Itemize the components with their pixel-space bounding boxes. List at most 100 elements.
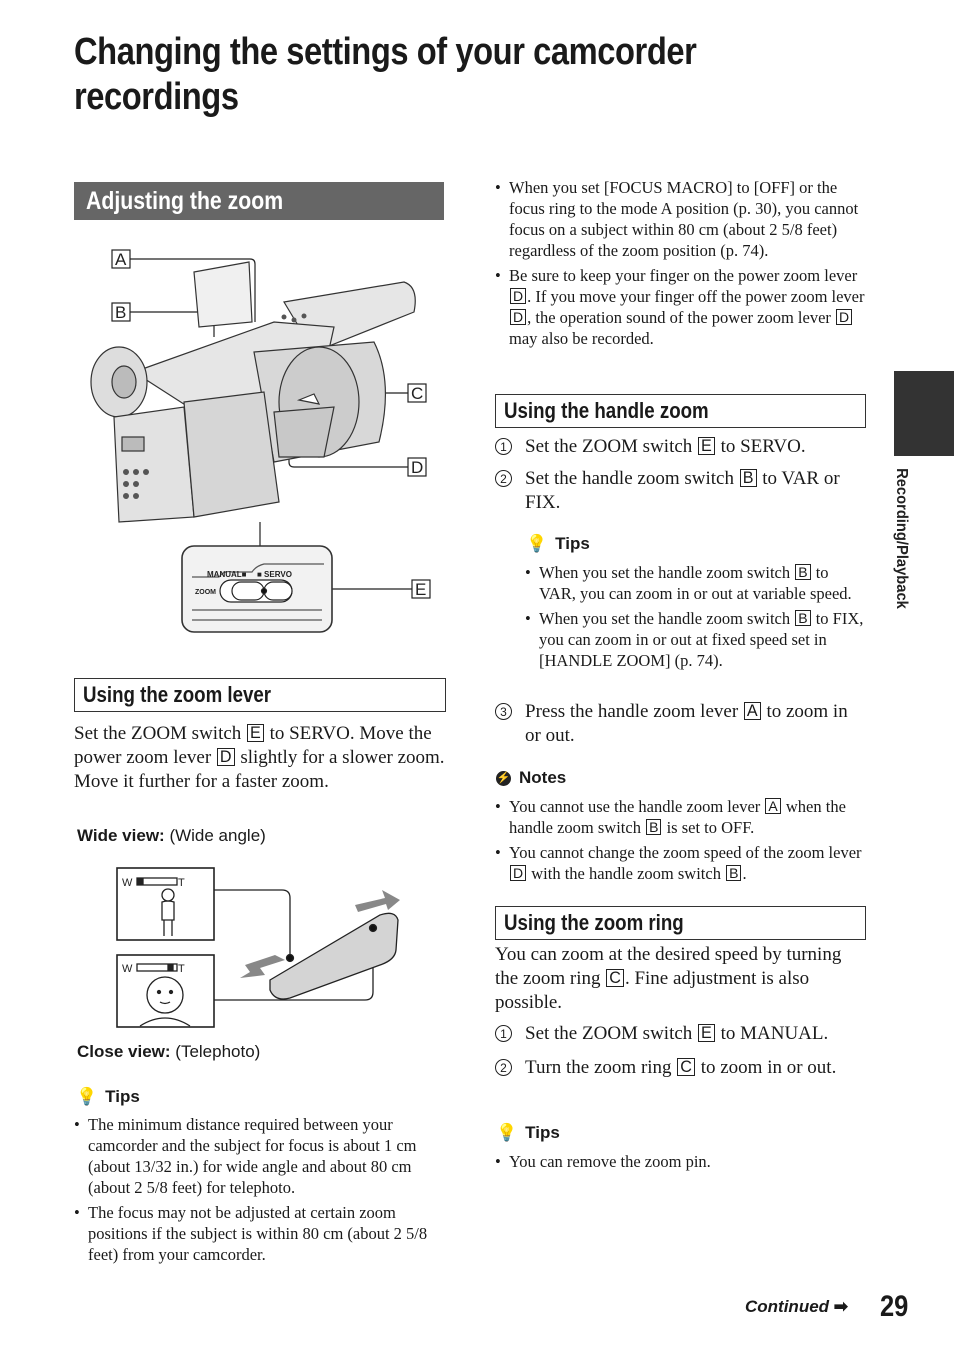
caption-desc: (Telephoto) — [175, 1042, 261, 1061]
tips-list-handle: When you set the handle zoom switch B to… — [525, 562, 865, 675]
step-item: 1 Set the ZOOM switch E to SERVO. — [495, 435, 865, 459]
key-label-b: B — [646, 819, 662, 836]
tip-item: The focus may not be adjusted at certain… — [74, 1202, 446, 1265]
heading-using-zoom-ring: Using the zoom ring — [495, 906, 866, 940]
notes-heading-text: Notes — [519, 768, 567, 787]
note-item: You cannot change the zoom speed of the … — [495, 842, 865, 884]
top-notes-list: When you set [FOCUS MACRO] to [OFF] or t… — [495, 177, 865, 353]
callout-d: D — [407, 457, 427, 477]
section-banner-text: Adjusting the zoom — [86, 187, 284, 215]
text: Press the handle zoom lever — [525, 701, 739, 722]
heading-using-handle-zoom: Using the handle zoom — [495, 394, 866, 428]
key-label-d: D — [216, 748, 235, 767]
step-number: 1 — [495, 1025, 512, 1042]
heading-using-zoom-lever: Using the zoom lever — [74, 678, 446, 712]
caption-label: Wide view: — [77, 826, 165, 845]
notes-icon: ⚡ — [496, 770, 511, 786]
t-label: T — [178, 963, 185, 975]
tip-item: When you set the handle zoom switch B to… — [525, 608, 865, 671]
page-number: 29 — [880, 1290, 909, 1323]
heading-text: Using the zoom lever — [83, 682, 272, 707]
svg-text:E: E — [415, 580, 426, 599]
tips-list-ring: You can remove the zoom pin. — [495, 1151, 865, 1176]
text: When you set the handle zoom switch — [539, 563, 791, 582]
key-label-a: A — [765, 798, 781, 815]
text: to SERVO. — [720, 436, 806, 457]
zoom-ring-steps: 1 Set the ZOOM switch E to MANUAL. 2 Tur… — [495, 1022, 865, 1080]
continued-text: Continued — [745, 1297, 830, 1316]
text: . — [742, 864, 747, 883]
section-side-tab — [894, 371, 954, 456]
step-number: 2 — [495, 1059, 512, 1076]
key-label-b: B — [795, 564, 811, 581]
lightbulb-icon: 💡 — [76, 1087, 98, 1106]
zoom-ring-body: You can zoom at the desired speed by tur… — [495, 943, 865, 1015]
section-banner-adjusting-zoom: Adjusting the zoom — [74, 182, 444, 220]
step-item: 1 Set the ZOOM switch E to MANUAL. — [495, 1022, 865, 1046]
lightbulb-icon: 💡 — [496, 1123, 518, 1142]
side-tab-label: Recording/Playback — [892, 462, 922, 642]
step-number: 1 — [495, 438, 512, 455]
key-label-d: D — [836, 309, 853, 326]
key-label-b: B — [739, 469, 757, 488]
zoom-lever-body: Set the ZOOM switch E to SERVO. Move the… — [74, 722, 446, 794]
callout-c: C — [407, 383, 427, 403]
text: to zoom in or out. — [700, 1057, 837, 1078]
step-item: 3 Press the handle zoom lever A to zoom … — [495, 700, 865, 748]
text: . If you move your finger off the power … — [527, 287, 865, 306]
tips-heading-text: Tips — [525, 1123, 560, 1142]
note-item: When you set [FOCUS MACRO] to [OFF] or t… — [495, 177, 865, 261]
text: is set to OFF. — [666, 818, 755, 837]
camcorder-figure: A B C D E MANUAL■ ■ SERVO ZOOM — [90, 249, 431, 633]
text: Set the handle zoom switch — [525, 468, 734, 489]
continued-label: Continued ➡ — [745, 1297, 848, 1317]
callout-a: A — [111, 249, 131, 269]
text: Set the ZOOM switch — [525, 1023, 693, 1044]
caption-desc: (Wide angle) — [169, 826, 266, 845]
notes-heading: ⚡ Notes — [496, 767, 566, 789]
key-label-b: B — [795, 610, 811, 627]
text: You cannot change the zoom speed of the … — [509, 843, 862, 862]
tip-item: When you set the handle zoom switch B to… — [525, 562, 865, 604]
key-label-e: E — [698, 437, 715, 456]
side-tab-text: Recording/Playback — [893, 468, 910, 609]
step-number: 3 — [495, 703, 512, 720]
text: Set the ZOOM switch — [74, 723, 242, 744]
arrow-right-icon: ➡ — [833, 1297, 849, 1316]
w-label: W — [122, 877, 133, 889]
note-item: You cannot use the handle zoom lever A w… — [495, 796, 865, 838]
key-label-c: C — [606, 969, 624, 988]
text: may also be recorded. — [509, 329, 654, 348]
lightbulb-icon: 💡 — [526, 534, 548, 553]
tips-heading-ring: 💡 Tips — [496, 1122, 560, 1144]
text: Set the ZOOM switch — [525, 436, 693, 457]
caption-label: Close view: — [77, 1042, 171, 1061]
zoom-lever-figure: W T W T — [116, 867, 400, 1028]
text: to MANUAL. — [720, 1023, 829, 1044]
tips-heading-text: Tips — [555, 534, 590, 553]
key-label-c: C — [677, 1058, 695, 1077]
heading-text: Using the handle zoom — [504, 398, 709, 423]
tips-list-left: The minimum distance required between yo… — [74, 1114, 446, 1269]
tip-item: You can remove the zoom pin. — [495, 1151, 865, 1172]
text: with the handle zoom switch — [531, 864, 721, 883]
key-label-e: E — [247, 724, 264, 743]
text: , the operation sound of the power zoom … — [527, 308, 831, 327]
wide-view-caption: Wide view: (Wide angle) — [77, 825, 266, 847]
text: You cannot use the handle zoom lever — [509, 797, 761, 816]
tips-heading-left: 💡 Tips — [76, 1086, 140, 1108]
note-item: Be sure to keep your finger on the power… — [495, 265, 865, 349]
key-label-e: E — [698, 1024, 715, 1043]
text: Turn the zoom ring — [525, 1057, 672, 1078]
page-title: Changing the settings of your camcorder … — [74, 31, 697, 118]
svg-text:C: C — [411, 384, 423, 403]
key-label-d: D — [510, 865, 527, 882]
tip-item: The minimum distance required between yo… — [74, 1114, 446, 1198]
handle-zoom-step3: 3 Press the handle zoom lever A to zoom … — [495, 700, 865, 748]
notes-list: You cannot use the handle zoom lever A w… — [495, 796, 865, 888]
heading-text: Using the zoom ring — [504, 910, 684, 935]
key-label-d: D — [510, 309, 527, 326]
switch-label-zoom: ZOOM — [195, 589, 216, 596]
text: Be sure to keep your finger on the power… — [509, 266, 858, 285]
svg-text:B: B — [115, 303, 126, 322]
